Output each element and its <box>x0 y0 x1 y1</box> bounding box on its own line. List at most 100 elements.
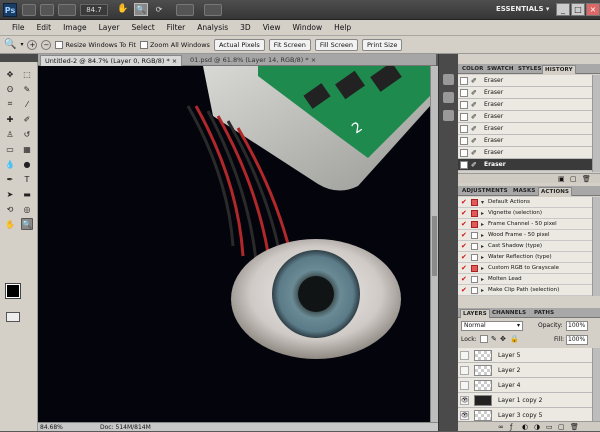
dialog-toggle-icon[interactable] <box>471 210 478 217</box>
trash-icon[interactable]: 🗑 <box>582 175 591 183</box>
print-size-button[interactable]: Print Size <box>361 38 403 51</box>
mini-bridge-icon[interactable] <box>40 4 54 16</box>
quick-select-tool-icon[interactable]: ✎ <box>21 83 33 95</box>
layer-name[interactable]: Layer 1 copy 2 <box>498 393 542 408</box>
layers-scrollbar[interactable] <box>592 348 600 421</box>
zoom-tool-icon[interactable]: 🔍 <box>134 3 148 16</box>
eraser-tool-icon[interactable]: ▭ <box>4 143 16 155</box>
tab-history[interactable]: HISTORY <box>542 65 576 74</box>
close-button[interactable]: × <box>586 3 600 16</box>
history-source-checkbox[interactable] <box>460 89 468 97</box>
new-snapshot-icon[interactable]: ▣ <box>558 175 565 183</box>
zoom-tool-icon[interactable]: 🔍 <box>21 218 33 230</box>
layer-row[interactable]: Layer 4 <box>458 378 592 393</box>
rotate-view-icon[interactable]: ⟳ <box>152 3 166 16</box>
layer-name[interactable]: Layer 3 copy 5 <box>498 408 542 421</box>
expand-arrow-icon[interactable]: ▾ <box>481 197 484 208</box>
tab-untitled-2[interactable]: Untitled-2 @ 84.7% (Layer 0, RGB/8) * × <box>40 55 183 66</box>
clone-stamp-tool-icon[interactable]: ♙ <box>4 128 16 140</box>
foreground-color-swatch[interactable] <box>5 283 21 299</box>
menu-help[interactable]: Help <box>328 23 357 32</box>
menu-edit[interactable]: Edit <box>31 23 58 32</box>
tab-styles[interactable]: STYLES <box>516 65 544 74</box>
menu-layer[interactable]: Layer <box>93 23 126 32</box>
eye-icon[interactable]: 👁 <box>460 396 469 405</box>
history-item[interactable]: ✐ Eraser <box>458 111 592 123</box>
history-item[interactable]: ✐ Eraser <box>458 123 592 135</box>
new-document-icon[interactable]: ▢ <box>570 175 577 183</box>
new-layer-icon[interactable]: ▢ <box>558 423 565 431</box>
lock-transparency-icon[interactable] <box>480 335 488 343</box>
canvas-vertical-scrollbar[interactable] <box>430 66 438 422</box>
tab-channels[interactable]: CHANNELS <box>490 309 528 318</box>
layer-row[interactable]: Layer 2 <box>458 363 592 378</box>
tab-color[interactable]: COLOR <box>460 65 485 74</box>
bridge-icon[interactable] <box>22 4 36 16</box>
visibility-toggle[interactable] <box>460 381 469 390</box>
pen-tool-icon[interactable]: ✒ <box>4 173 16 185</box>
expand-arrow-icon[interactable]: ▸ <box>481 274 484 285</box>
history-source-checkbox[interactable] <box>460 161 468 169</box>
history-item[interactable]: ✐ Eraser <box>458 135 592 147</box>
check-icon[interactable]: ✔ <box>461 198 467 207</box>
action-item[interactable]: ✔ ▸ Wood Frame - 50 pixel <box>458 230 592 241</box>
menu-3d[interactable]: 3D <box>234 23 257 32</box>
dialog-toggle-icon[interactable] <box>471 254 478 261</box>
check-icon[interactable]: ✔ <box>461 253 467 262</box>
tab-swatches[interactable]: SWATCH <box>485 65 516 74</box>
menu-image[interactable]: Image <box>57 23 93 32</box>
opacity-field[interactable]: 100% <box>566 321 588 331</box>
history-panel-icon[interactable] <box>443 74 454 85</box>
minimize-button[interactable]: _ <box>556 3 570 16</box>
history-source-checkbox[interactable] <box>460 137 468 145</box>
type-tool-icon[interactable]: T <box>21 173 33 185</box>
marquee-tool-icon[interactable]: ⬚ <box>21 68 33 80</box>
action-item[interactable]: ✔ ▸ Make Clip Path (selection) <box>458 285 592 296</box>
history-source-checkbox[interactable] <box>460 113 468 121</box>
blur-tool-icon[interactable]: 💧 <box>4 158 16 170</box>
tab-layers[interactable]: LAYERS <box>460 309 490 318</box>
expand-arrow-icon[interactable]: ▸ <box>481 263 484 274</box>
zoom-in-icon[interactable]: + <box>27 39 38 50</box>
chevron-down-icon[interactable]: ▾ <box>20 41 23 48</box>
workspace-switcher[interactable]: ESSENTIALS ▾ <box>496 5 549 13</box>
layer-name[interactable]: Layer 2 <box>498 363 520 378</box>
tab-paths[interactable]: PATHS <box>532 309 556 318</box>
expand-arrow-icon[interactable]: ▸ <box>481 230 484 241</box>
visibility-toggle[interactable] <box>460 366 469 375</box>
blend-mode-select[interactable]: Normal ▾ <box>461 321 523 331</box>
expand-arrow-icon[interactable]: ▸ <box>481 241 484 252</box>
tab-masks[interactable]: MASKS <box>511 187 537 196</box>
history-source-checkbox[interactable] <box>460 149 468 157</box>
paragraph-panel-icon[interactable] <box>443 92 454 103</box>
zoom-tool-preset-icon[interactable]: 🔍 <box>4 39 16 50</box>
action-item[interactable]: ✔ ▸ Custom RGB to Grayscale <box>458 263 592 274</box>
history-item[interactable]: ✐ Eraser <box>458 87 592 99</box>
zoom-all-windows-checkbox[interactable]: Zoom All Windows <box>139 40 210 49</box>
check-icon[interactable]: ✔ <box>461 220 467 229</box>
scrollbar-thumb[interactable] <box>432 216 437 276</box>
dialog-toggle-icon[interactable] <box>471 232 478 239</box>
menu-select[interactable]: Select <box>126 23 161 32</box>
menu-filter[interactable]: Filter <box>161 23 192 32</box>
layer-name[interactable]: Layer 5 <box>498 348 520 363</box>
tab-01-psd[interactable]: 01.psd @ 61.8% (Layer 14, RGB/8) * × <box>186 55 320 66</box>
fit-screen-button[interactable]: Fit Screen <box>268 38 311 51</box>
layer-row[interactable]: 👁 Layer 3 copy 5 <box>458 408 592 421</box>
arrange-documents-icon[interactable] <box>176 4 194 16</box>
adjustment-layer-icon[interactable]: ◑ <box>534 423 540 431</box>
move-tool-icon[interactable]: ✥ <box>4 68 16 80</box>
history-item[interactable]: ✐ Eraser <box>458 99 592 111</box>
dialog-toggle-icon[interactable] <box>471 265 478 272</box>
dialog-toggle-icon[interactable] <box>471 199 478 206</box>
brush-panel-icon[interactable] <box>443 110 454 121</box>
shape-tool-icon[interactable]: ▬ <box>21 188 33 200</box>
lock-pixels-icon[interactable]: ✎ <box>491 335 497 343</box>
dodge-tool-icon[interactable]: ● <box>21 158 33 170</box>
check-icon[interactable]: ✔ <box>461 209 467 218</box>
action-item[interactable]: ✔ ▸ Frame Channel - 50 pixel <box>458 219 592 230</box>
check-icon[interactable]: ✔ <box>461 275 467 284</box>
dialog-toggle-icon[interactable] <box>471 276 478 283</box>
layer-row[interactable]: 👁 Layer 1 copy 2 <box>458 393 592 408</box>
layer-style-icon[interactable]: ƒ <box>510 423 512 431</box>
